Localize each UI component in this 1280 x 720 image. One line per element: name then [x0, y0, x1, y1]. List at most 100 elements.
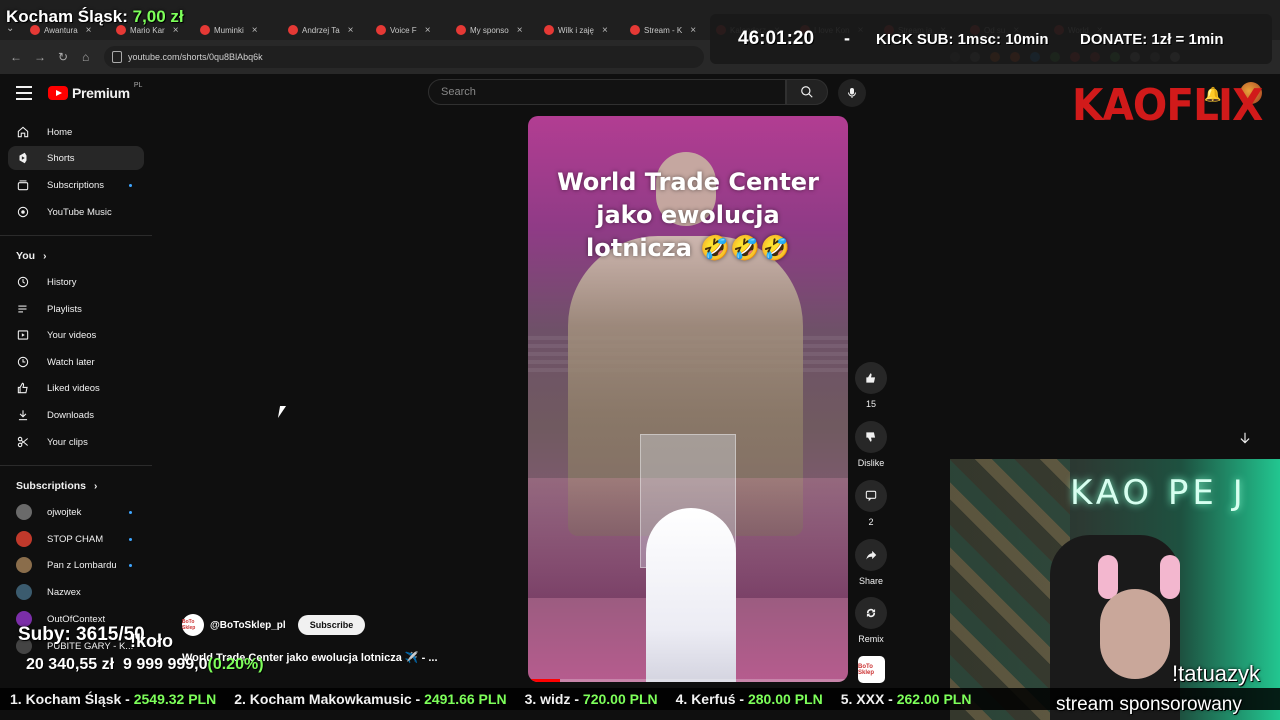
ticker-entry: 4. Kerfuś - 280.00 PLN	[676, 691, 823, 707]
tab-favicon-icon	[630, 25, 640, 35]
browser-tab[interactable]: Muminki ×	[200, 21, 280, 39]
tab-close-icon[interactable]: ×	[252, 25, 258, 36]
search-button[interactable]	[786, 79, 828, 105]
sidebar-item-label: Liked videos	[47, 382, 100, 394]
address-input[interactable]: youtube.com/shorts/0qu8BlAbq6k	[104, 46, 704, 68]
sidebar-you-header[interactable]: You ›	[16, 250, 46, 262]
microphone-icon	[848, 88, 856, 98]
comment-icon	[855, 480, 887, 512]
ticker-entry: 1. Kocham Śląsk - 2549.32 PLN	[10, 691, 216, 707]
short-video-player[interactable]: World Trade Center jako ewolucja lotnicz…	[528, 116, 848, 682]
sidebar-item-downloads[interactable]: Downloads	[8, 403, 144, 427]
dislike-button[interactable]: Dislike	[855, 421, 887, 468]
ticker-entry: 3. widz - 720.00 PLN	[525, 691, 658, 707]
sidebar-item-label: YouTube Music	[47, 206, 112, 218]
browser-tab[interactable]: Voice F ×	[376, 21, 446, 39]
history-icon	[16, 275, 30, 289]
tab-close-icon[interactable]: ×	[348, 25, 354, 36]
ticker-donor-amount: 2549.32 PLN	[133, 691, 217, 707]
comments-button[interactable]: 2	[855, 480, 887, 527]
new-content-dot	[129, 510, 132, 514]
webcam-streamer	[1100, 589, 1170, 679]
channel-avatar	[16, 584, 32, 600]
overlay-subathon-timer: 46:01:20	[738, 28, 815, 49]
youtube-premium-logo[interactable]: Premium PL	[48, 82, 142, 101]
ticker-donor-name: 4. Kerfuś -	[675, 691, 748, 707]
subscribe-button[interactable]: Subscribe	[297, 615, 366, 635]
share-button[interactable]: Share	[855, 539, 887, 586]
reload-icon[interactable]: ↻	[58, 50, 68, 64]
sidebar-item-your-videos[interactable]: Your videos	[8, 323, 144, 347]
like-button[interactable]: 15	[855, 362, 887, 409]
site-info-icon[interactable]	[112, 51, 122, 63]
sidebar-item-youtube-music[interactable]: YouTube Music	[8, 200, 144, 224]
hamburger-menu-icon[interactable]	[16, 86, 32, 100]
sidebar-item-playlists[interactable]: Playlists	[8, 297, 144, 321]
tab-close-icon[interactable]: ×	[690, 25, 696, 36]
sidebar-channel-item[interactable]: Pan z Lombardu	[8, 553, 144, 577]
sidebar-item-subscriptions[interactable]: Subscriptions	[8, 173, 144, 197]
search-input[interactable]: Search	[428, 79, 786, 105]
tab-label: Stream - K	[644, 25, 683, 35]
channel-avatar[interactable]: BoTo Sklep	[182, 614, 204, 636]
ticker-donor-amount: 2491.66 PLN	[424, 691, 507, 707]
home-browser-icon[interactable]: ⌂	[82, 50, 89, 64]
sidebar-item-your-clips[interactable]: Your clips	[8, 430, 144, 454]
sidebar-item-label: History	[47, 276, 77, 288]
mouse-cursor	[277, 406, 287, 418]
your-videos-icon	[16, 328, 30, 342]
chevron-right-icon: ›	[43, 250, 47, 262]
sidebar-item-home[interactable]: Home	[8, 120, 144, 144]
forward-icon[interactable]: →	[34, 50, 46, 64]
tab-close-icon[interactable]: ×	[602, 25, 608, 36]
new-content-dot	[129, 563, 132, 567]
video-progress-bar[interactable]	[528, 679, 848, 682]
sidebar-item-label: Shorts	[47, 152, 75, 164]
home-icon	[16, 125, 30, 139]
tab-favicon-icon	[288, 25, 298, 35]
overlay-top-donor-amount: 7,00 zł	[132, 7, 184, 26]
short-channel-row: BoTo Sklep @BoToSklep_pl Subscribe	[182, 614, 366, 636]
sidebar-item-shorts[interactable]: Shorts	[8, 146, 144, 170]
ticker-donor-name: 3. widz -	[524, 691, 583, 707]
sidebar-channel-item[interactable]: ojwojtek	[8, 500, 144, 524]
youtube-play-icon	[48, 86, 68, 100]
ticker-donor-name: 1. Kocham Śląsk -	[10, 691, 134, 707]
next-short-button[interactable]	[1232, 425, 1258, 451]
sidebar-item-label: Your clips	[47, 436, 88, 448]
sidebar-item-label: Watch later	[47, 356, 95, 368]
browser-tab[interactable]: Wilk i zaję ×	[544, 21, 622, 39]
sidebar-item-history[interactable]: History	[8, 270, 144, 294]
download-icon	[16, 408, 30, 422]
ticker-donor-name: 2. Kocham Makowkamusic -	[234, 691, 425, 707]
webcam-neon-sign: KAO PE J	[1070, 473, 1247, 513]
sidebar-item-liked-videos[interactable]: Liked videos	[8, 376, 144, 400]
back-icon[interactable]: ←	[10, 50, 22, 64]
sidebar-divider	[0, 465, 152, 466]
tab-favicon-icon	[200, 25, 210, 35]
overlay-sub-goal: Suby: 3615/50	[18, 624, 145, 645]
channel-name: ojwojtek	[47, 506, 82, 518]
remix-button[interactable]: Remix	[855, 597, 887, 644]
channel-handle[interactable]: @BoToSklep_pl	[210, 620, 286, 631]
ticker-donor-amount: 720.00 PLN	[582, 691, 658, 707]
sidebar-item-watch-later[interactable]: Watch later	[8, 350, 144, 374]
overlay-money-target: 9 999 999,0	[122, 656, 208, 673]
sidebar-channel-item[interactable]: STOP CHAM	[8, 527, 144, 551]
tab-close-icon[interactable]: ×	[517, 25, 523, 36]
channel-avatar	[16, 504, 32, 520]
browser-tab[interactable]: My sponso ×	[456, 21, 534, 39]
sidebar-subscriptions-header[interactable]: Subscriptions ›	[16, 480, 97, 492]
audio-source-thumbnail[interactable]: BoTo Sklep	[858, 656, 885, 683]
browser-tab[interactable]: Andrzej Ta ×	[288, 21, 368, 39]
tab-close-icon[interactable]: ×	[425, 25, 431, 36]
voice-search-button[interactable]	[838, 79, 866, 107]
sidebar-channel-item[interactable]: Nazwex	[8, 580, 144, 604]
browser-tab[interactable]: Stream - K ×	[630, 21, 710, 39]
tab-label: Muminki	[214, 25, 244, 35]
ticker-donor-amount: 280.00 PLN	[747, 691, 823, 707]
tab-label: Andrzej Ta	[302, 25, 340, 35]
remix-icon	[855, 597, 887, 629]
arrow-down-icon	[1240, 432, 1250, 444]
ticker-entry: 2. Kocham Makowkamusic - 2491.66 PLN	[234, 691, 506, 707]
